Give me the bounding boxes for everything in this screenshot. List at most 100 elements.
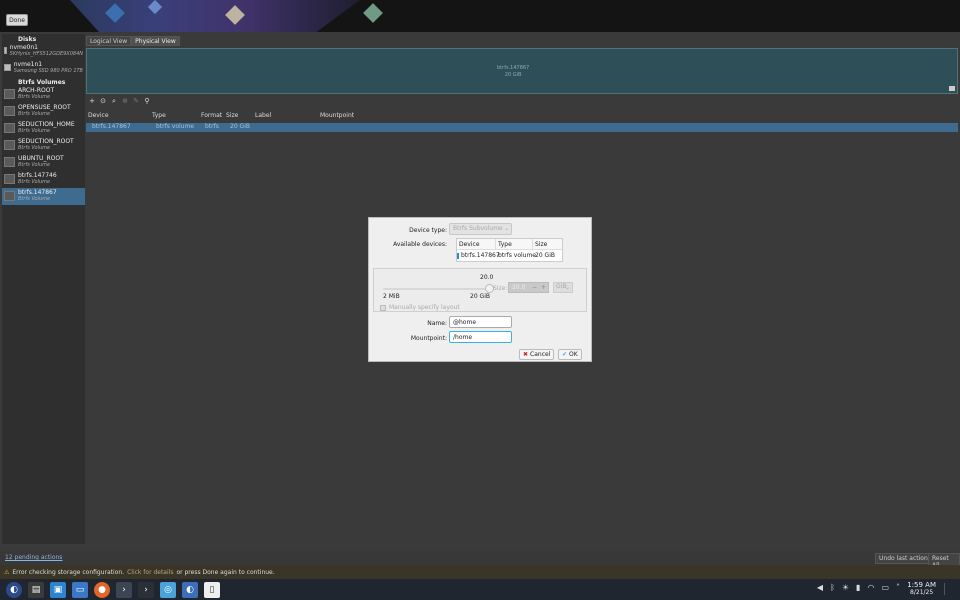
col-header[interactable]: Size: [533, 239, 562, 249]
search-icon[interactable]: ⌕: [110, 97, 118, 107]
col-header[interactable]: Device: [86, 112, 150, 121]
slider-value: 20.0: [480, 274, 494, 281]
sidebar-item-disk[interactable]: nvme1n1 Samsung SSD 980 PRO 1TB: [2, 60, 85, 77]
tab-logical-view[interactable]: Logical View: [86, 36, 132, 46]
name-field[interactable]: @home: [449, 316, 512, 328]
wifi-icon[interactable]: ◠: [867, 583, 874, 592]
disks-header: Disks: [18, 36, 37, 43]
slider-min-label: 2 MiB: [383, 293, 400, 300]
sidebar-item-volume[interactable]: UBUNTU_ROOT Btrfs Volume: [2, 154, 85, 171]
app-launcher-icon[interactable]: ◐: [6, 581, 22, 598]
btrfs-header: Btrfs Volumes: [18, 79, 66, 86]
size-group: 20.0 2 MiB 20 GiB Size: 20.0 − + GiB ⌄ M…: [373, 268, 587, 312]
ok-icon: ✔: [562, 351, 568, 358]
sidebar: Disks nvme0n1 SKHynix_HFS512GDE9X084N nvm…: [2, 34, 85, 544]
banner-diamond: [363, 3, 383, 23]
file-manager-icon[interactable]: ▭: [72, 581, 88, 598]
bluetooth-icon[interactable]: ᛒ: [830, 583, 835, 592]
sidebar-item-disk[interactable]: nvme0n1 SKHynix_HFS512GDE9X084N: [2, 43, 85, 60]
size-slider-track[interactable]: [383, 288, 489, 290]
folder-icon: [4, 89, 15, 99]
add-icon[interactable]: +: [88, 97, 96, 107]
col-header[interactable]: Type: [496, 239, 533, 249]
clock[interactable]: 1:59 AM 8/21/25: [907, 581, 936, 597]
manual-layout-option[interactable]: Manually specify layout: [380, 304, 460, 311]
battery-icon[interactable]: ▭: [881, 583, 889, 592]
configure-icon[interactable]: ⊙: [99, 97, 107, 107]
sidebar-item-volume[interactable]: OPENSUSE_ROOT Btrfs Volume: [2, 103, 85, 120]
table-row[interactable]: btrfs.147867 btrfs volume 20 GiB: [457, 250, 562, 261]
cancel-icon: ✖: [523, 351, 529, 358]
slider-max-label: 20 GiB: [470, 293, 490, 300]
folder-icon: [4, 106, 15, 116]
device-map-label: btrfs.147867 20 GiB: [497, 65, 530, 78]
size-spinbox[interactable]: 20.0 − +: [508, 282, 549, 293]
plus-icon[interactable]: +: [541, 284, 546, 291]
konsole-icon[interactable]: ›: [138, 581, 154, 598]
col-header[interactable]: Label: [253, 112, 318, 121]
volume-icon[interactable]: ◀: [817, 583, 823, 592]
mountpoint-field[interactable]: /home: [449, 331, 512, 343]
minus-icon[interactable]: −: [532, 284, 537, 291]
chevron-up-icon[interactable]: ˄: [896, 583, 900, 592]
unit-combo[interactable]: GiB ⌄: [553, 282, 573, 293]
terminal-icon[interactable]: ›: [116, 581, 132, 598]
available-devices-table: Device Type Size btrfs.147867 btrfs volu…: [456, 238, 563, 262]
brightness-icon[interactable]: ☀: [842, 583, 849, 592]
pager-icon[interactable]: ▤: [28, 581, 44, 598]
sidebar-item-volume-selected[interactable]: btrfs.147867 Btrfs Volume: [2, 188, 85, 205]
device-table-header: Device Type Format Size Label Mountpoint: [86, 112, 958, 121]
done-button[interactable]: Done: [6, 14, 28, 26]
resize-icon: [949, 86, 955, 91]
device-map[interactable]: btrfs.147867 20 GiB: [86, 48, 958, 94]
sidebar-item-volume[interactable]: btrfs.147746 Btrfs Volume: [2, 171, 85, 188]
available-devices-label: Available devices:: [393, 241, 447, 248]
chevron-down-icon: ⌄: [503, 225, 509, 232]
installer-icon[interactable]: ◐: [182, 581, 198, 598]
col-header[interactable]: Mountpoint: [318, 112, 418, 121]
firefox-icon[interactable]: ●: [94, 581, 110, 598]
col-header[interactable]: Type: [150, 112, 199, 121]
size-label: Size:: [493, 285, 508, 292]
ok-button[interactable]: ✔ OK: [558, 349, 582, 360]
device-toolbar: + ⊙ ⌕ ⊕ ✎ ⚲: [88, 97, 151, 107]
app-store-icon[interactable]: ▣: [50, 581, 66, 598]
lock-icon[interactable]: ⊕: [121, 97, 129, 107]
col-header[interactable]: Format: [199, 112, 224, 121]
error-details-link[interactable]: Click for details: [127, 569, 173, 576]
warning-icon: ⚠: [4, 568, 10, 576]
mountpoint-icon[interactable]: ⚲: [143, 97, 151, 107]
view-tabs: Logical View Physical View: [86, 36, 180, 46]
edit-icon[interactable]: ✎: [132, 97, 140, 107]
col-header[interactable]: Size: [224, 112, 253, 121]
folder-icon: [4, 140, 15, 150]
pending-actions-link[interactable]: 12 pending actions: [5, 554, 62, 561]
folder-icon: [4, 191, 15, 201]
image-viewer-icon[interactable]: ◎: [160, 581, 176, 598]
show-desktop-button[interactable]: [944, 583, 954, 595]
cancel-button[interactable]: ✖ Cancel: [519, 349, 555, 360]
folder-icon: [4, 123, 15, 133]
taskbar: ◐ ▤ ▣ ▭ ● › › ◎ ◐ ▯ ◀ ᛒ ☀ ▮ ◠ ▭ ˄ 1:59 A…: [0, 579, 960, 600]
col-header[interactable]: Device: [457, 239, 496, 249]
undo-button[interactable]: Undo last action: [875, 553, 932, 564]
create-partition-dialog: Device type: Btrfs Subvolume ⌄ Available…: [368, 217, 592, 362]
error-bar: ⚠ Error checking storage configuration. …: [0, 565, 960, 579]
disk-icon: [4, 64, 11, 71]
sidebar-item-volume[interactable]: SEDUCTION_HOME Btrfs Volume: [2, 120, 85, 137]
chevron-down-icon: ⌄: [564, 284, 570, 291]
manual-layout-checkbox[interactable]: [380, 304, 386, 311]
folder-icon: [4, 174, 15, 184]
sidebar-item-volume[interactable]: SEDUCTION_ROOT Btrfs Volume: [2, 137, 85, 154]
table-row[interactable]: btrfs.147867 btrfs volume btrfs 20 GiB: [86, 123, 958, 132]
device-type-combo[interactable]: Btrfs Subvolume ⌄: [449, 223, 512, 235]
document-icon[interactable]: ▯: [204, 581, 220, 598]
system-tray: ◀ ᛒ ☀ ▮ ◠ ▭ ˄: [817, 583, 900, 592]
usb-icon[interactable]: ▮: [856, 583, 860, 592]
sidebar-item-volume[interactable]: ARCH-ROOT Btrfs Volume: [2, 86, 85, 103]
tab-physical-view[interactable]: Physical View: [131, 36, 180, 46]
mountpoint-label: Mountpoint:: [410, 335, 447, 342]
disk-icon: [4, 47, 7, 54]
device-checkbox[interactable]: [457, 252, 459, 259]
folder-icon: [4, 157, 15, 167]
